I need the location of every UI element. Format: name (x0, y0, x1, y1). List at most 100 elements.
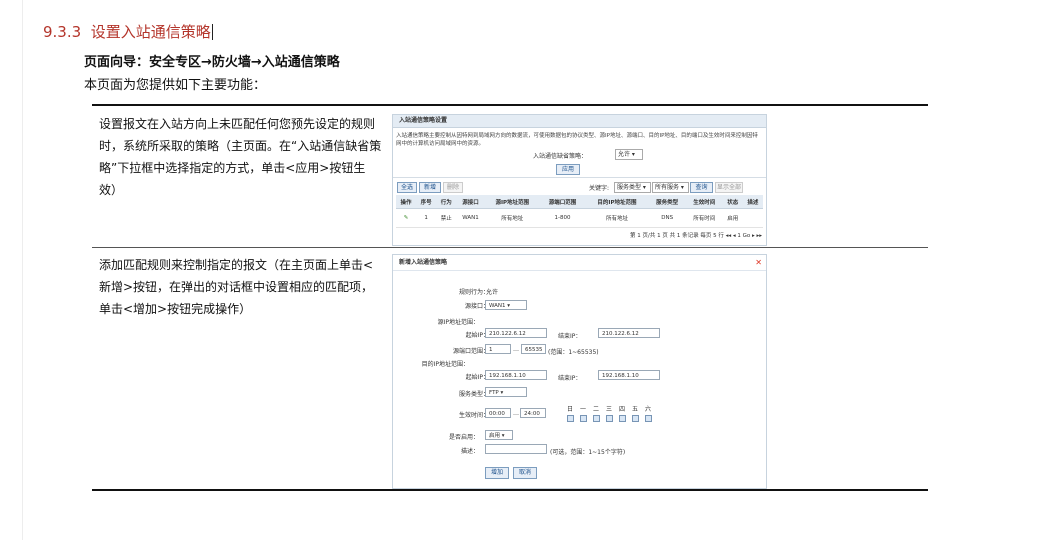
section-title: 9.3.3 设置入站通信策略 (43, 21, 213, 42)
row-2-description: 添加匹配规则来控制指定的报文（在主页面上单击<新增>按钮，在弹出的对话框中设置相… (99, 258, 374, 316)
section-number: 9.3.3 (43, 23, 82, 41)
day-checkbox-wed[interactable] (606, 415, 613, 422)
close-icon[interactable]: ✕ (755, 255, 762, 270)
keyword-select[interactable]: 服务类型 ▾ (614, 182, 651, 193)
default-policy-label: 入站通信缺省策略： (533, 153, 588, 160)
dialog-header: 新增入站通信策略 ✕ (393, 255, 766, 271)
day-label-sun: 日 (566, 406, 573, 413)
row-src-iface: WAN1 (456, 208, 485, 228)
time-separator: … (513, 410, 519, 417)
add-confirm-button[interactable]: 增加 (485, 467, 509, 479)
day-label-fri: 五 (631, 406, 638, 413)
day-checkbox-sat[interactable] (645, 415, 652, 422)
src-start-ip-label: 起始IP： (465, 332, 489, 339)
table-row: ✎ 1 禁止 WAN1 所有地址 1-800 所有地址 DNS 所有时间 启用 (396, 208, 763, 228)
day-checkbox-mon[interactable] (580, 415, 587, 422)
src-port-end-input[interactable]: 65535 (521, 344, 546, 354)
src-port-separator: … (513, 346, 519, 353)
policy-table: 操作 序号 行为 源接口 源IP地址范围 源端口范围 目的IP地址范围 服务类型… (396, 195, 763, 228)
col-status: 状态 (722, 195, 743, 209)
row-time: 所有时间 (685, 208, 723, 228)
edit-icon[interactable]: ✎ (396, 208, 417, 228)
panel-note: 入站通信策略主要控制从因特网到局域网方向的数据流，可使用数据包的协议类型、源IP… (396, 133, 758, 147)
policy-table-header: 操作 序号 行为 源接口 源IP地址范围 源端口范围 目的IP地址范围 服务类型… (396, 195, 763, 209)
col-index: 序号 (416, 195, 437, 209)
service-label: 服务类型： (458, 391, 489, 398)
default-policy-value: 允许 (618, 151, 631, 158)
src-end-ip-label: 结束IP： (558, 333, 582, 340)
col-src-ip: 源IP地址范围 (484, 195, 540, 209)
src-iface-value: WAN1 (489, 303, 506, 309)
src-port-label: 源端口范围： (452, 348, 489, 355)
rule-action-label: 规则行为： (458, 289, 489, 296)
row-dst-ip: 所有地址 (585, 208, 649, 228)
section-title-text: 设置入站通信策略 (90, 23, 211, 41)
default-policy-select[interactable]: 允许 ▾ (615, 149, 643, 160)
add-policy-dialog-screenshot: 新增入站通信策略 ✕ 规则行为： 允许 源接口： WAN1 ▾ 源IP地址范围：… (392, 254, 767, 489)
row-1-description: 设置报文在入站方向上未匹配任何您预先设定的规则时，系统所采取的策略（主页面。在“… (99, 117, 382, 197)
service-value: FTP (489, 390, 499, 396)
day-label-wed: 三 (605, 406, 612, 413)
query-button[interactable]: 查询 (690, 182, 713, 193)
day-checkbox-fri[interactable] (632, 415, 639, 422)
enabled-select[interactable]: 启用 ▾ (485, 430, 513, 440)
row-status: 启用 (722, 208, 743, 228)
day-checkbox-tue[interactable] (593, 415, 600, 422)
dst-end-ip-label: 结束IP： (558, 375, 582, 382)
col-time: 生效时间 (685, 195, 723, 209)
table-row-divider (92, 247, 928, 248)
filter-select[interactable]: 所有服务 ▾ (652, 182, 689, 193)
enabled-value: 启用 (489, 433, 501, 439)
day-label-sat: 六 (644, 406, 651, 413)
src-iface-select[interactable]: WAN1 ▾ (485, 300, 527, 310)
service-select[interactable]: FTP ▾ (485, 387, 527, 397)
table-bottom-rule (92, 489, 928, 491)
apply-button[interactable]: 应用 (556, 164, 580, 175)
day-checkbox-thu[interactable] (619, 415, 626, 422)
row-service: DNS (648, 208, 686, 228)
dst-start-ip-input[interactable]: 192.168.1.10 (485, 370, 547, 380)
row-desc (742, 208, 763, 228)
panel-title: 入站通信策略设置 (393, 115, 766, 128)
src-port-start-input[interactable]: 1 (485, 344, 511, 354)
src-start-ip-input[interactable]: 210.122.6.12 (485, 328, 547, 338)
col-desc: 描述 (742, 195, 763, 209)
page-guide: 页面向导：安全专区→防火墙→入站通信策略 (84, 55, 340, 70)
col-dst-ip: 目的IP地址范围 (585, 195, 649, 209)
src-ip-range-label: 源IP地址范围： (437, 319, 479, 326)
delete-button[interactable]: 删除 (443, 182, 463, 193)
row-src-port: 1-800 (539, 208, 586, 228)
row-index: 1 (416, 208, 437, 228)
day-checkbox-sun[interactable] (567, 415, 574, 422)
col-src-port: 源端口范围 (539, 195, 586, 209)
desc-hint: (可选，范围：1~15个字符) (550, 449, 626, 456)
time-label: 生效时间： (458, 412, 489, 419)
cancel-button[interactable]: 取消 (513, 467, 537, 479)
pager[interactable]: 第 1 页/共 1 页 共 1 条记录 每页 5 行 ◂◂ ◂ 1 Go ▸ ▸… (630, 231, 762, 239)
desc-label: 描述： (460, 448, 479, 455)
keyword-value: 服务类型 (617, 184, 642, 191)
time-start-input[interactable]: 00:00 (485, 408, 511, 418)
row-action: 禁止 (436, 208, 457, 228)
table-top-rule (92, 104, 928, 106)
panel-divider (393, 177, 766, 178)
src-iface-label: 源接口： (464, 303, 489, 310)
intro-text: 本页面为您提供如下主要功能： (84, 78, 267, 93)
src-end-ip-input[interactable]: 210.122.6.12 (598, 328, 660, 338)
day-label-mon: 一 (579, 406, 586, 413)
col-service: 服务类型 (648, 195, 686, 209)
add-button[interactable]: 新增 (419, 182, 441, 193)
desc-input[interactable] (485, 444, 547, 454)
filter-value: 所有服务 (655, 184, 680, 191)
row-src-ip: 所有地址 (484, 208, 540, 228)
col-src-iface: 源接口 (456, 195, 485, 209)
select-all-button[interactable]: 全选 (397, 182, 417, 193)
col-action: 行为 (436, 195, 457, 209)
dst-ip-range-label: 目的IP地址范围： (421, 361, 469, 368)
dst-end-ip-input[interactable]: 192.168.1.10 (598, 370, 660, 380)
policy-settings-screenshot: 入站通信策略设置 入站通信策略主要控制从因特网到局域网方向的数据流，可使用数据包… (392, 114, 767, 246)
show-all-button[interactable]: 显示全部 (715, 182, 743, 193)
col-operation: 操作 (396, 195, 417, 209)
time-end-input[interactable]: 24:00 (520, 408, 546, 418)
day-label-thu: 四 (618, 406, 625, 413)
